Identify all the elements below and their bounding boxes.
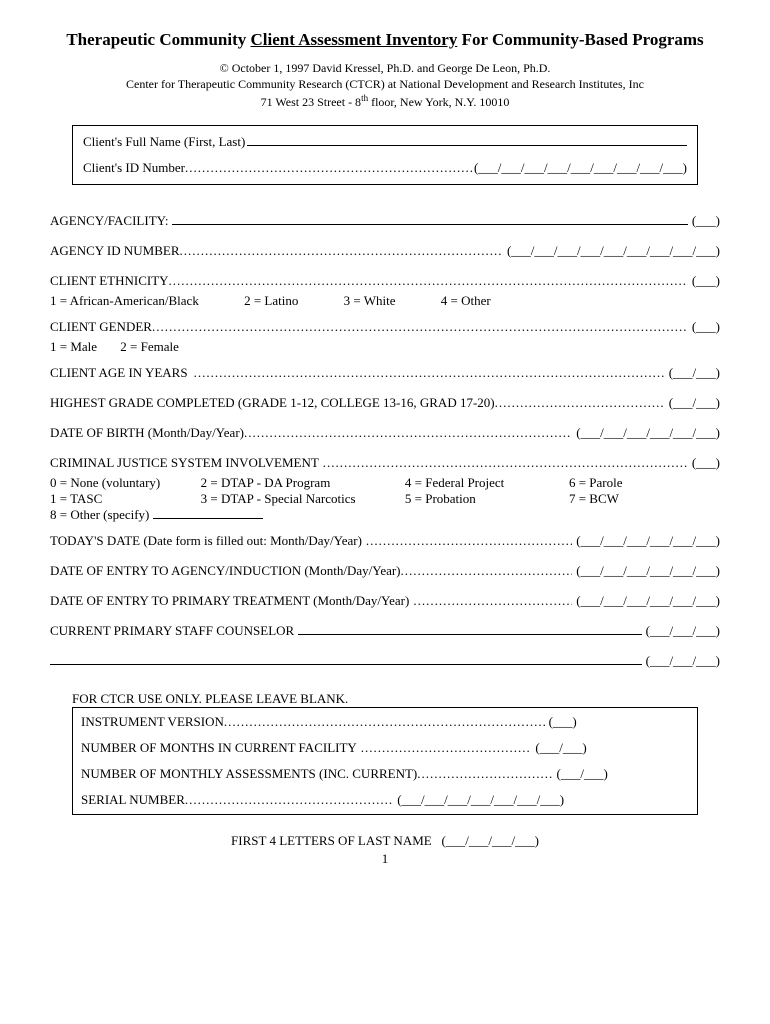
dob-row: DATE OF BIRTH (Month/Day/Year) (___/___/… <box>50 425 720 441</box>
age-row: CLIENT AGE IN YEARS (___/___) <box>50 365 720 381</box>
months-facility-input[interactable]: (___/___) <box>535 740 586 756</box>
client-name-input[interactable] <box>247 145 687 146</box>
cjs-other-input[interactable] <box>153 518 263 519</box>
serial-number-row: SERIAL NUMBER (___/___/___/___/___/___/_… <box>81 792 689 808</box>
last-name-letters-input[interactable]: (___/___/___/___) <box>441 833 539 848</box>
monthly-assessments-row: NUMBER OF MONTHLY ASSESSMENTS (INC. CURR… <box>81 766 689 782</box>
age-input[interactable]: (___/___) <box>669 365 720 381</box>
ethnicity-options: 1 = African-American/Black 2 = Latino 3 … <box>50 293 720 309</box>
counselor-row-2: (___/___/___) <box>50 653 720 669</box>
ethnicity-input[interactable]: (___) <box>692 273 720 289</box>
instrument-version-row: INSTRUMENT VERSION (___) <box>81 714 689 730</box>
counselor-row: CURRENT PRIMARY STAFF COUNSELOR (___/___… <box>50 623 720 639</box>
agency-facility-input[interactable] <box>172 224 687 225</box>
client-id-row: Client's ID Number (___/___/___/___/___/… <box>83 160 687 176</box>
cjs-row: CRIMINAL JUSTICE SYSTEM INVOLVEMENT (___… <box>50 455 720 471</box>
counselor-input-2[interactable] <box>50 664 642 665</box>
dob-input[interactable]: (___/___/___/___/___/___) <box>576 425 720 441</box>
client-id-input[interactable]: (___/___/___/___/___/___/___/___/___) <box>474 160 687 176</box>
months-facility-row: NUMBER OF MONTHS IN CURRENT FACILITY (__… <box>81 740 689 756</box>
counselor-input[interactable] <box>298 634 641 635</box>
document-title: Therapeutic Community Client Assessment … <box>50 30 720 50</box>
cjs-input[interactable]: (___) <box>692 455 720 471</box>
agency-id-input[interactable]: (___/___/___/___/___/___/___/___/___) <box>507 243 720 259</box>
client-name-label: Client's Full Name (First, Last) <box>83 134 245 150</box>
cjs-options: 0 = None (voluntary) 2 = DTAP - DA Progr… <box>50 475 720 523</box>
document-subtitle: © October 1, 1997 David Kressel, Ph.D. a… <box>50 60 720 111</box>
grade-input[interactable]: (___/___) <box>669 395 720 411</box>
grade-row: HIGHEST GRADE COMPLETED (GRADE 1-12, COL… <box>50 395 720 411</box>
client-id-label: Client's ID Number <box>83 160 185 176</box>
ctcr-heading: FOR CTCR USE ONLY. PLEASE LEAVE BLANK. <box>72 691 698 707</box>
agency-facility-code[interactable]: (___) <box>692 213 720 229</box>
footer-row: FIRST 4 LETTERS OF LAST NAME (___/___/__… <box>50 833 720 849</box>
counselor-code-2[interactable]: (___/___/___) <box>646 653 720 669</box>
client-info-box: Client's Full Name (First, Last) Client'… <box>72 125 698 185</box>
counselor-code[interactable]: (___/___/___) <box>646 623 720 639</box>
page-number: 1 <box>50 851 720 867</box>
agency-id-row: AGENCY ID NUMBER (___/___/___/___/___/__… <box>50 243 720 259</box>
gender-options: 1 = Male 2 = Female <box>50 339 720 355</box>
entry-treatment-input[interactable]: (___/___/___/___/___/___) <box>576 593 720 609</box>
monthly-assessments-input[interactable]: (___/___) <box>557 766 608 782</box>
client-name-row: Client's Full Name (First, Last) <box>83 134 687 150</box>
entry-agency-input[interactable]: (___/___/___/___/___/___) <box>576 563 720 579</box>
entry-agency-row: DATE OF ENTRY TO AGENCY/INDUCTION (Month… <box>50 563 720 579</box>
today-date-input[interactable]: (___/___/___/___/___/___) <box>576 533 720 549</box>
ctcr-box: INSTRUMENT VERSION (___) NUMBER OF MONTH… <box>72 707 698 815</box>
gender-input[interactable]: (___) <box>692 319 720 335</box>
instrument-version-input[interactable]: (___) <box>549 714 577 730</box>
today-date-row: TODAY'S DATE (Date form is filled out: M… <box>50 533 720 549</box>
ethnicity-row: CLIENT ETHNICITY (___) <box>50 273 720 289</box>
gender-row: CLIENT GENDER (___) <box>50 319 720 335</box>
serial-number-input[interactable]: (___/___/___/___/___/___/___) <box>397 792 564 808</box>
agency-facility-row: AGENCY/FACILITY: (___) <box>50 213 720 229</box>
entry-treatment-row: DATE OF ENTRY TO PRIMARY TREATMENT (Mont… <box>50 593 720 609</box>
